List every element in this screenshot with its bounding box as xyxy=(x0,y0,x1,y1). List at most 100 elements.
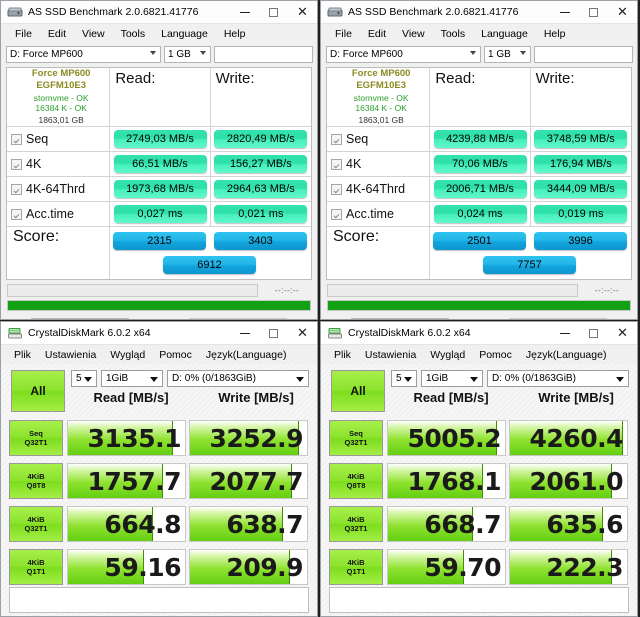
all-button[interactable]: All xyxy=(331,370,385,412)
test-count-select[interactable]: 5 xyxy=(391,370,417,387)
menu-item-pomoc[interactable]: Pomoc xyxy=(152,349,199,361)
window-controls[interactable]: ✕ xyxy=(230,322,317,344)
start-button[interactable]: Start xyxy=(31,318,129,319)
menu-item-edit[interactable]: Edit xyxy=(40,28,74,40)
drive-select[interactable]: D: Force MP600 xyxy=(326,46,481,63)
target-drive-select[interactable]: D: 0% (0/1863GiB) xyxy=(487,370,629,387)
comment-field[interactable] xyxy=(329,587,629,613)
close-icon[interactable]: ✕ xyxy=(608,322,637,344)
window-as-ssd-right[interactable]: AS SSD Benchmark 2.0.6821.41776 ✕ File E… xyxy=(320,0,638,320)
checkbox-icon[interactable] xyxy=(11,208,22,220)
close-icon[interactable]: ✕ xyxy=(608,1,637,23)
menu-item-plik[interactable]: Plik xyxy=(327,349,358,361)
menu-item-jezyk[interactable]: Język(Language) xyxy=(199,349,294,361)
cdm-toolbar[interactable]: All 5 1GiB D: 0% (0/1863GiB) Read [MB/s]… xyxy=(9,370,309,416)
row-toggle-acctime[interactable]: Acc.time xyxy=(7,202,111,226)
test-button-4kib-q8t8[interactable]: 4KiB Q8T8 xyxy=(9,463,63,499)
menu-item-ustawienia[interactable]: Ustawienia xyxy=(358,349,423,361)
row-toggle-seq[interactable]: Seq xyxy=(7,127,111,151)
titlebar[interactable]: AS SSD Benchmark 2.0.6821.41776 ✕ xyxy=(1,1,317,24)
copy-benchmark-field[interactable] xyxy=(214,46,313,63)
menu-item-edit[interactable]: Edit xyxy=(360,28,394,40)
copy-benchmark-field[interactable] xyxy=(534,46,633,63)
window-controls[interactable]: ✕ xyxy=(550,322,637,344)
row-toggle-4k64thrd[interactable]: 4K-64Thrd xyxy=(7,177,111,201)
row-toggle-4k64thrd[interactable]: 4K-64Thrd xyxy=(327,177,431,201)
test-count-select[interactable]: 5 xyxy=(71,370,97,387)
titlebar[interactable]: CrystalDiskMark 6.0.2 x64 ✕ xyxy=(321,322,637,345)
row-toggle-acctime[interactable]: Acc.time xyxy=(327,202,431,226)
test-button-4kib-q8t8[interactable]: 4KiB Q8T8 xyxy=(329,463,383,499)
test-button-seq-q32t1[interactable]: Seq Q32T1 xyxy=(9,420,63,456)
close-icon[interactable]: ✕ xyxy=(288,1,317,23)
target-drive-select[interactable]: D: 0% (0/1863GiB) xyxy=(167,370,309,387)
cdm-toolbar[interactable]: All 5 1GiB D: 0% (0/1863GiB) Read [MB/s]… xyxy=(329,370,629,416)
comment-field[interactable] xyxy=(9,587,309,613)
test-size-select[interactable]: 1GiB xyxy=(421,370,483,387)
titlebar[interactable]: CrystalDiskMark 6.0.2 x64 ✕ xyxy=(1,322,317,345)
test-button-4kib-q32t1[interactable]: 4KiB Q32T1 xyxy=(9,506,63,542)
row-toggle-4k[interactable]: 4K xyxy=(327,152,431,176)
maximize-button[interactable] xyxy=(579,322,608,344)
menu-item-pomoc[interactable]: Pomoc xyxy=(472,349,519,361)
titlebar[interactable]: AS SSD Benchmark 2.0.6821.41776 ✕ xyxy=(321,1,637,24)
checkbox-icon[interactable] xyxy=(331,208,342,220)
maximize-button[interactable] xyxy=(259,322,288,344)
checkbox-icon[interactable] xyxy=(11,183,22,195)
button-row[interactable]: Start Abort xyxy=(321,311,637,319)
minimize-button[interactable] xyxy=(550,322,579,344)
menu-item-wyglad[interactable]: Wygląd xyxy=(423,349,472,361)
menu-item-ustawienia[interactable]: Ustawienia xyxy=(38,349,103,361)
menu-item-tools[interactable]: Tools xyxy=(433,28,474,40)
menubar[interactable]: Plik Ustawienia Wygląd Pomoc Język(Langu… xyxy=(1,345,317,364)
menubar[interactable]: File Edit View Tools Language Help xyxy=(321,24,637,43)
abort-button[interactable]: Abort xyxy=(189,318,287,319)
start-button[interactable]: Start xyxy=(351,318,449,319)
checkbox-icon[interactable] xyxy=(11,133,22,145)
maximize-button[interactable] xyxy=(579,1,608,23)
window-controls[interactable]: ✕ xyxy=(550,1,637,23)
checkbox-icon[interactable] xyxy=(11,158,22,170)
menubar[interactable]: File Edit View Tools Language Help xyxy=(1,24,317,43)
checkbox-icon[interactable] xyxy=(331,133,342,145)
all-button[interactable]: All xyxy=(11,370,65,412)
drive-select[interactable]: D: Force MP600 xyxy=(6,46,161,63)
window-crystaldiskmark-right[interactable]: CrystalDiskMark 6.0.2 x64 ✕ Plik Ustawie… xyxy=(320,321,638,617)
test-size-select[interactable]: 1GiB xyxy=(101,370,163,387)
window-crystaldiskmark-left[interactable]: CrystalDiskMark 6.0.2 x64 ✕ Plik Ustawie… xyxy=(0,321,318,617)
checkbox-icon[interactable] xyxy=(331,158,342,170)
abort-button[interactable]: Abort xyxy=(509,318,607,319)
row-toggle-4k[interactable]: 4K xyxy=(7,152,111,176)
test-button-4kib-q1t1[interactable]: 4KiB Q1T1 xyxy=(9,549,63,585)
row-toggle-seq[interactable]: Seq xyxy=(327,127,431,151)
test-button-4kib-q1t1[interactable]: 4KiB Q1T1 xyxy=(329,549,383,585)
close-icon[interactable]: ✕ xyxy=(288,322,317,344)
test-button-seq-q32t1[interactable]: Seq Q32T1 xyxy=(329,420,383,456)
menu-item-file[interactable]: File xyxy=(327,28,360,40)
minimize-button[interactable] xyxy=(550,1,579,23)
maximize-button[interactable] xyxy=(259,1,288,23)
menu-item-language[interactable]: Language xyxy=(473,28,536,40)
menu-item-wyglad[interactable]: Wygląd xyxy=(103,349,152,361)
toolbar[interactable]: D: Force MP600 1 GB xyxy=(321,43,637,66)
menu-item-tools[interactable]: Tools xyxy=(113,28,154,40)
size-select[interactable]: 1 GB xyxy=(484,46,531,63)
menubar[interactable]: Plik Ustawienia Wygląd Pomoc Język(Langu… xyxy=(321,345,637,364)
minimize-button[interactable] xyxy=(230,1,259,23)
window-as-ssd-left[interactable]: AS SSD Benchmark 2.0.6821.41776 ✕ File E… xyxy=(0,0,318,320)
test-button-4kib-q32t1[interactable]: 4KiB Q32T1 xyxy=(329,506,383,542)
minimize-button[interactable] xyxy=(230,322,259,344)
menu-item-file[interactable]: File xyxy=(7,28,40,40)
toolbar[interactable]: D: Force MP600 1 GB xyxy=(1,43,317,66)
menu-item-jezyk[interactable]: Język(Language) xyxy=(519,349,614,361)
menu-item-language[interactable]: Language xyxy=(153,28,216,40)
menu-item-help[interactable]: Help xyxy=(536,28,574,40)
checkbox-icon[interactable] xyxy=(331,183,342,195)
button-row[interactable]: Start Abort xyxy=(1,311,317,319)
menu-item-view[interactable]: View xyxy=(394,28,433,40)
menu-item-help[interactable]: Help xyxy=(216,28,254,40)
window-controls[interactable]: ✕ xyxy=(230,1,317,23)
menu-item-view[interactable]: View xyxy=(74,28,113,40)
menu-item-plik[interactable]: Plik xyxy=(7,349,38,361)
size-select[interactable]: 1 GB xyxy=(164,46,211,63)
